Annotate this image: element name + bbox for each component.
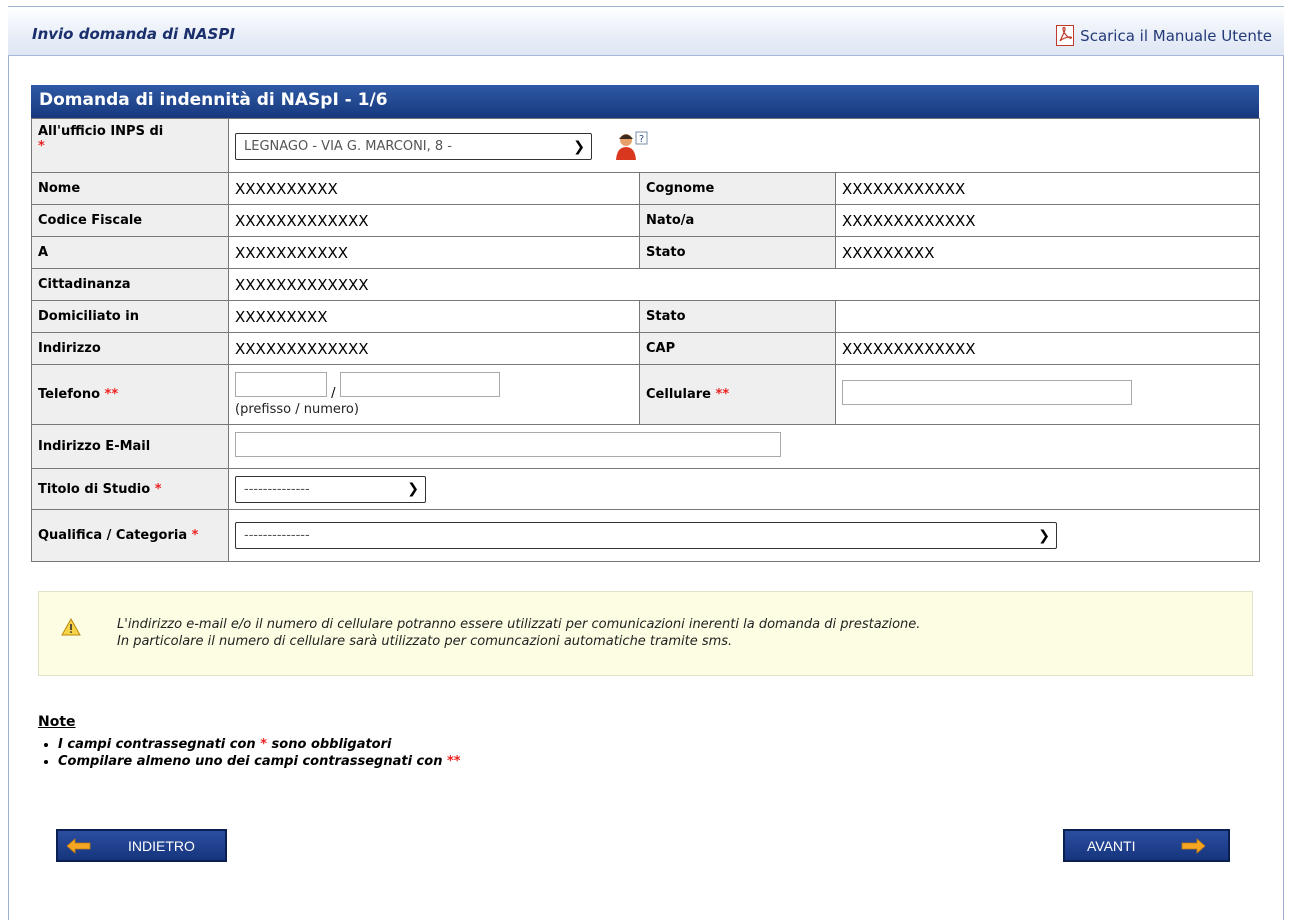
ufficio-cell: LEGNAGO - VIA G. MARCONI, 8 - ❯ ? [227,118,1261,173]
nato-label: Nato/a [639,204,836,237]
cittadinanza-label: Cittadinanza [31,268,229,301]
form-title: Domanda di indennità di NASpI - 1/6 [31,85,1259,118]
telefono-hint: (prefisso / numero) [235,402,359,417]
email-label: Indirizzo E-Mail [31,424,229,469]
a-value: XXXXXXXXXXX [228,236,640,269]
form-table: All'ufficio INPS di * LEGNAGO - VIA G. MA… [31,118,1261,562]
numero-input[interactable] [339,372,500,397]
warning-line-2: In particolare il numero di cellulare sa… [117,634,733,649]
ufficio-label: All'ufficio INPS di * [31,118,229,173]
codice-fiscale-value: XXXXXXXXXXXXX [228,204,640,237]
chevron-down-icon: ❯ [1038,527,1050,544]
stato-domicilio-label: Stato [639,300,836,333]
manual-link-text: Scarica il Manuale Utente [1080,26,1272,45]
titolo-studio-select[interactable]: -------------- ❯ [235,475,426,503]
qualifica-label: Qualifica / Categoria * [31,509,229,562]
arrow-left-icon [66,837,92,854]
cellulare-label: Cellulare ** [639,364,836,425]
titolo-studio-cell: -------------- ❯ [227,468,1261,510]
next-button[interactable]: AVANTI [1063,829,1230,862]
nome-value: XXXXXXXXXX [228,172,640,205]
stato-label: Stato [639,236,836,269]
qualifica-select[interactable]: -------------- ❯ [235,522,1057,549]
email-cell [227,424,1261,469]
indirizzo-label: Indirizzo [31,332,229,365]
pdf-icon [1056,25,1075,46]
cognome-label: Cognome [639,172,836,205]
stato-value: XXXXXXXXX [834,236,1261,269]
note-item: Compilare almeno uno dei campi contrasse… [58,753,461,770]
qualifica-cell: -------------- ❯ [227,509,1261,562]
warning-icon [61,617,81,640]
chevron-down-icon: ❯ [573,138,585,155]
nome-label: Nome [31,172,229,205]
telefono-cell: / (prefisso / numero) [228,364,640,425]
cognome-value: XXXXXXXXXXXX [834,172,1261,205]
manual-download-link[interactable]: Scarica il Manuale Utente [1056,25,1272,46]
nato-value: XXXXXXXXXXXXX [834,204,1261,237]
svg-text:?: ? [639,134,644,145]
notes-heading: Note [38,714,76,730]
help-operator-icon[interactable]: ? [615,131,649,161]
codice-fiscale-label: Codice Fiscale [31,204,229,237]
chevron-down-icon: ❯ [407,481,419,497]
titolo-studio-label: Titolo di Studio * [31,468,229,510]
notes-section: Note I campi contrassegnati con * sono o… [38,714,461,770]
cap-label: CAP [639,332,836,365]
cellulare-input[interactable] [842,380,1132,405]
cap-value: XXXXXXXXXXXXX [834,332,1261,365]
indirizzo-value: XXXXXXXXXXXXX [228,332,640,365]
email-input[interactable] [235,432,781,457]
a-label: A [31,236,229,269]
note-item: I campi contrassegnati con * sono obblig… [58,736,461,753]
ufficio-select[interactable]: LEGNAGO - VIA G. MARCONI, 8 - ❯ [235,133,592,160]
warning-box: L'indirizzo e-mail e/o il numero di cell… [38,591,1253,676]
warning-line-1: L'indirizzo e-mail e/o il numero di cell… [117,617,921,632]
cellulare-cell [834,364,1261,425]
domiciliato-value: XXXXXXXXX [228,300,640,333]
arrow-right-icon [1180,837,1206,854]
prefisso-input[interactable] [235,372,327,397]
page-title: Invio domanda di NASPI [32,25,235,43]
domiciliato-label: Domiciliato in [31,300,229,333]
back-button[interactable]: INDIETRO [56,829,227,862]
telefono-separator: / [331,386,336,401]
cittadinanza-value: XXXXXXXXXXXXX [227,268,1261,301]
telefono-label: Telefono ** [31,364,229,425]
top-bar: Invio domanda di NASPI Scarica il Manual… [8,6,1284,56]
stato-domicilio-value [834,300,1261,333]
